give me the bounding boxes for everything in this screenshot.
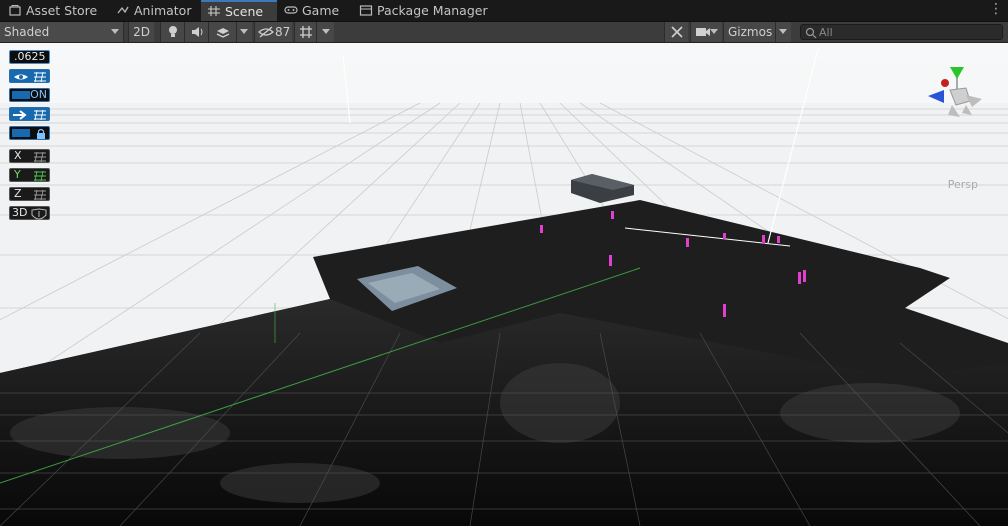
tab-label: Scene [225, 4, 264, 19]
grid-icon [34, 189, 46, 201]
grid-visibility-toggle[interactable] [9, 69, 50, 83]
shading-mode-dropdown[interactable]: Shaded [0, 22, 124, 42]
scene-viewport[interactable]: Persp .0625 ON X Y Z 3D [0, 43, 1008, 526]
tab-label: Game [302, 3, 340, 18]
tab-animator[interactable]: Animator [116, 1, 191, 21]
gizmos-button[interactable]: Gizmos [723, 22, 775, 42]
hidden-count: 87 [275, 25, 291, 39]
layers-icon [216, 28, 230, 38]
x-axis-toggle[interactable]: X [9, 149, 50, 163]
chevron-down-icon [710, 29, 718, 34]
x-axis-handle[interactable] [941, 79, 949, 87]
scene-render [0, 43, 1008, 526]
tab-label: Package Manager [377, 3, 488, 18]
2d-toggle-button[interactable]: 2D [128, 22, 154, 42]
shield-icon [31, 208, 47, 220]
2d-toggle-label: 2D [133, 25, 150, 39]
scene-visibility-button[interactable]: 87 [254, 22, 292, 42]
scene-search-field[interactable] [800, 24, 1003, 40]
speaker-icon [192, 27, 203, 37]
shading-mode-label: Shaded [4, 25, 50, 39]
more-options-icon[interactable]: ⋮ [989, 1, 1003, 17]
arrow-grid-icon [13, 109, 46, 121]
3d-grid-toggle[interactable]: 3D [9, 206, 50, 220]
grid-icon [300, 26, 312, 38]
tab-scene[interactable]: Scene [201, 0, 277, 21]
grid-icon [34, 170, 46, 182]
y-axis-toggle[interactable]: Y [9, 168, 50, 182]
audio-toggle-button[interactable] [184, 22, 208, 42]
asset-store-icon [8, 2, 22, 16]
tab-asset-store[interactable]: Asset Store [8, 1, 97, 21]
hidden-eye-icon [258, 26, 274, 38]
grid-size-field[interactable]: .0625 [9, 50, 50, 64]
search-icon [805, 27, 817, 39]
tab-game[interactable]: Game [284, 1, 339, 21]
chevron-down-icon [240, 29, 248, 34]
projection-label[interactable]: Persp [948, 178, 978, 191]
lighting-toggle-button[interactable] [160, 22, 184, 42]
chevron-down-icon [322, 29, 330, 34]
scene-toolbar: Shaded 2D 87 Gizmos [0, 22, 1008, 43]
tab-label: Asset Store [26, 3, 98, 18]
tab-package-manager[interactable]: Package Manager [359, 1, 488, 21]
grid-dropdown-button[interactable] [316, 22, 334, 42]
effects-toggle-button[interactable] [208, 22, 236, 42]
editor-tab-bar: Asset Store Animator Scene Game Package … [0, 0, 1008, 22]
toggle-track [12, 91, 30, 99]
game-controller-icon [284, 2, 298, 14]
lock-toggle[interactable] [9, 126, 50, 140]
lock-icon [37, 128, 45, 139]
grid-snapping-button[interactable] [294, 22, 316, 42]
effects-dropdown-button[interactable] [236, 22, 252, 42]
lightbulb-icon [169, 26, 177, 37]
tab-label: Animator [134, 3, 192, 18]
grid-size-value: .0625 [14, 50, 46, 63]
gizmos-dropdown-button[interactable] [775, 22, 791, 42]
move-snap-toggle[interactable] [9, 107, 50, 121]
snap-on-toggle[interactable]: ON [9, 88, 50, 102]
scene-grid-icon [207, 3, 221, 16]
eye-grid-icon [14, 71, 46, 83]
tools-button[interactable] [664, 22, 688, 42]
gizmos-label: Gizmos [728, 25, 773, 39]
camera-settings-button[interactable] [690, 22, 722, 42]
grid-icon [34, 151, 46, 163]
snap-on-label: ON [30, 88, 47, 101]
chevron-down-icon [779, 29, 787, 34]
search-input[interactable] [819, 25, 999, 39]
tools-icon [671, 26, 683, 38]
chevron-down-icon [111, 29, 119, 34]
animator-icon [116, 2, 130, 14]
package-icon [359, 2, 373, 16]
z-axis-toggle[interactable]: Z [9, 187, 50, 201]
